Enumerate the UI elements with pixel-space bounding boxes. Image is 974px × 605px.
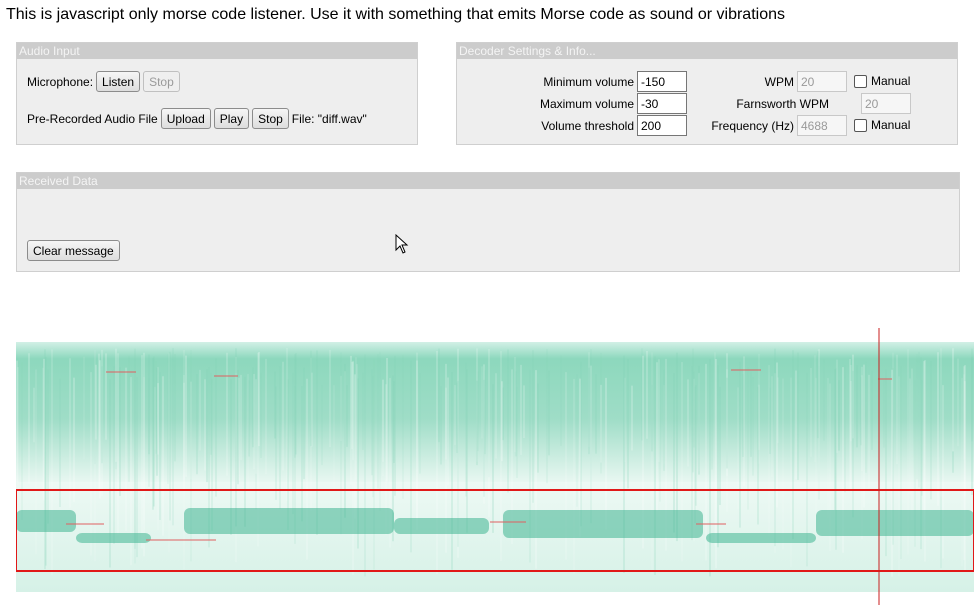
- spectrogram-canvas: [16, 328, 974, 605]
- file-name-text: File: "diff.wav": [291, 111, 367, 126]
- wpm-manual-checkbox[interactable]: Manual: [854, 74, 910, 88]
- decoder-settings-panel: Decoder Settings & Info... Minimum volum…: [456, 42, 958, 145]
- volume-threshold-input[interactable]: [637, 115, 687, 136]
- listen-button[interactable]: Listen: [96, 71, 141, 92]
- wpm-input[interactable]: [797, 71, 847, 92]
- min-volume-label: Minimum volume: [543, 75, 634, 89]
- play-button[interactable]: Play: [213, 108, 250, 129]
- frequency-label: Frequency (Hz): [711, 119, 794, 133]
- audio-input-title: Audio Input: [17, 43, 417, 59]
- received-data-panel: Received Data Clear message: [16, 172, 960, 272]
- volume-threshold-label: Volume threshold: [541, 119, 634, 133]
- received-message-area: [27, 193, 947, 237]
- max-volume-label: Maximum volume: [539, 97, 634, 111]
- upload-button[interactable]: Upload: [160, 108, 211, 129]
- mouse-pointer-icon: [395, 234, 409, 254]
- received-data-title: Received Data: [17, 173, 959, 189]
- signal-blob: [16, 510, 76, 532]
- signal-blob: [816, 510, 974, 536]
- min-volume-input[interactable]: [637, 71, 687, 92]
- frequency-manual-checkbox[interactable]: Manual: [854, 118, 910, 132]
- decoder-settings-title: Decoder Settings & Info...: [457, 43, 957, 59]
- wpm-manual-label: Manual: [871, 74, 911, 88]
- signal-blob: [706, 533, 816, 543]
- frequency-input[interactable]: [797, 115, 847, 136]
- frequency-manual-box[interactable]: [854, 118, 867, 132]
- signal-blob: [184, 508, 394, 534]
- signal-blob: [394, 518, 489, 534]
- signal-blob: [503, 510, 703, 538]
- microphone-stop-button[interactable]: Stop: [143, 71, 180, 92]
- farnsworth-wpm-label: Farnsworth WPM: [736, 97, 829, 111]
- microphone-row: Microphone: Listen Stop: [27, 71, 183, 92]
- clear-message-button[interactable]: Clear message: [27, 240, 120, 261]
- prerecorded-label: Pre-Recorded Audio File: [27, 111, 158, 126]
- intro-text: This is javascript only morse code liste…: [6, 6, 785, 23]
- wpm-manual-box[interactable]: [854, 74, 867, 88]
- farnsworth-wpm-input[interactable]: [861, 93, 911, 114]
- wpm-label: WPM: [764, 75, 794, 89]
- prerecorded-row: Pre-Recorded Audio File Upload Play Stop…: [27, 108, 370, 129]
- signal-blob: [76, 533, 151, 543]
- microphone-label: Microphone:: [27, 74, 94, 89]
- file-stop-button[interactable]: Stop: [252, 108, 289, 129]
- max-volume-input[interactable]: [637, 93, 687, 114]
- audio-input-panel: Audio Input Microphone: Listen Stop Pre-…: [16, 42, 418, 145]
- frequency-manual-label: Manual: [871, 118, 911, 132]
